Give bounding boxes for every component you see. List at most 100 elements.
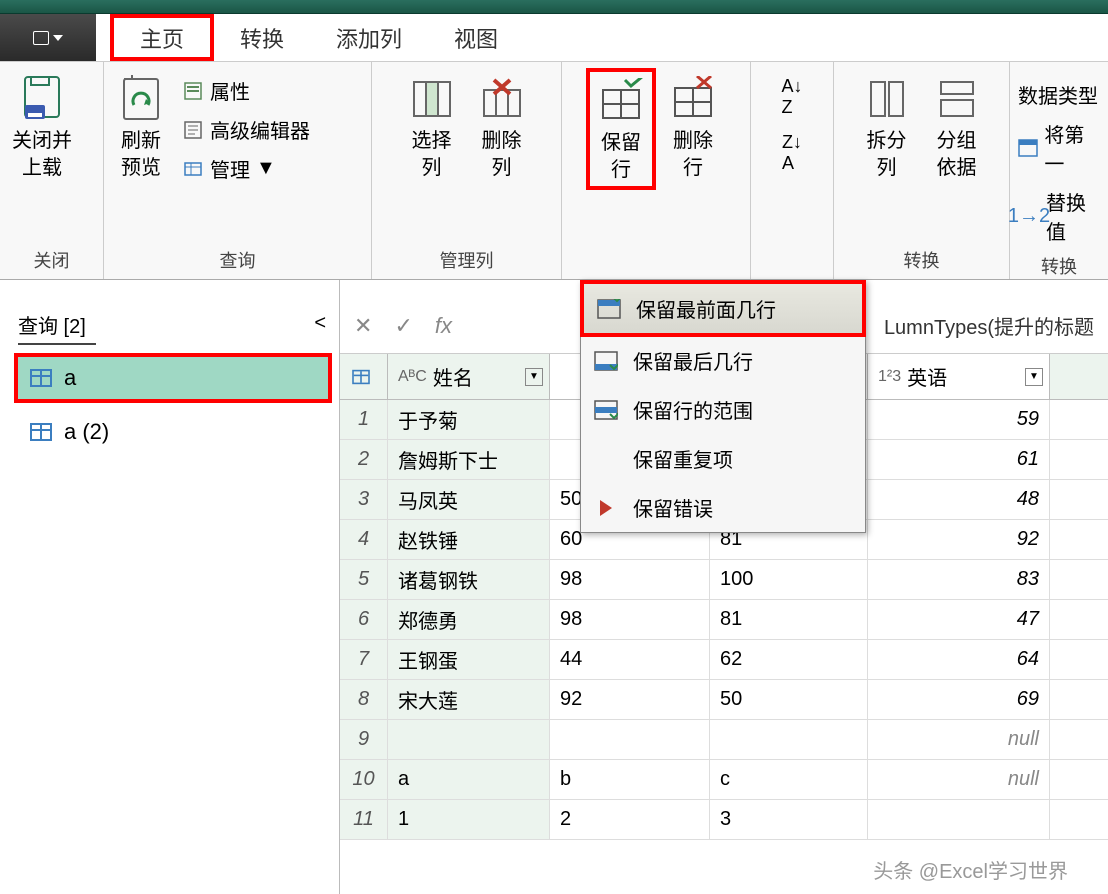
close-load-button[interactable]: 关闭并 上载: [4, 68, 80, 186]
chevron-down-icon: [53, 35, 63, 41]
table-row[interactable]: 10abcnull: [340, 760, 1108, 800]
cell-english[interactable]: 69: [868, 680, 1050, 719]
group-transform-label: 转换: [838, 241, 1005, 279]
cell-name[interactable]: a: [388, 760, 550, 799]
cell-english[interactable]: 61: [868, 440, 1050, 479]
menu-keep-errors[interactable]: 保留错误: [581, 483, 865, 532]
remove-rows-button[interactable]: 删除 行: [660, 68, 726, 186]
group-by-label: 分组 依据: [937, 128, 977, 182]
cell-name[interactable]: 宋大莲: [388, 680, 550, 719]
cell-b[interactable]: [550, 720, 710, 759]
cell-name[interactable]: 郑德勇: [388, 600, 550, 639]
cell-english[interactable]: [868, 800, 1050, 839]
split-column-button[interactable]: 拆分 列: [854, 68, 920, 186]
cell-b[interactable]: b: [550, 760, 710, 799]
tab-view[interactable]: 视图: [428, 14, 524, 61]
corner-cell[interactable]: [340, 354, 388, 399]
choose-columns-button[interactable]: 选择 列: [399, 68, 465, 186]
sort-desc-button[interactable]: Z↓A: [782, 132, 802, 174]
cell-name[interactable]: 于予菊: [388, 400, 550, 439]
query-item-a2[interactable]: a (2): [18, 411, 339, 453]
cell-c[interactable]: 81: [710, 600, 868, 639]
cell-c[interactable]: 62: [710, 640, 868, 679]
remove-columns-button[interactable]: 删除 列: [469, 68, 535, 186]
cell-name[interactable]: 1: [388, 800, 550, 839]
formula-accept-icon[interactable]: ✓: [394, 313, 412, 339]
cell-english[interactable]: 64: [868, 640, 1050, 679]
cell-c[interactable]: c: [710, 760, 868, 799]
save-icon: [17, 72, 67, 126]
menu-keep-duplicates[interactable]: 保留重复项: [581, 434, 865, 483]
cell-name[interactable]: 詹姆斯下士: [388, 440, 550, 479]
table-row[interactable]: 6郑德勇988147: [340, 600, 1108, 640]
queries-pane: 查询 [2] < a a (2): [0, 280, 340, 894]
watermark: 头条 @Excel学习世界: [873, 855, 1068, 884]
cell-c[interactable]: 50: [710, 680, 868, 719]
advanced-editor-button[interactable]: 高级编辑器: [178, 113, 314, 146]
queries-header[interactable]: 查询 [2] <: [18, 310, 96, 345]
table-row[interactable]: 9null: [340, 720, 1108, 760]
cell-name[interactable]: 马凤英: [388, 480, 550, 519]
sort-asc-icon: A↓Z: [781, 76, 802, 118]
keep-bottom-icon: [593, 350, 619, 372]
refresh-button[interactable]: 刷新 预览: [108, 68, 174, 186]
cell-english[interactable]: 83: [868, 560, 1050, 599]
cell-english[interactable]: null: [868, 760, 1050, 799]
tab-home[interactable]: 主页: [110, 14, 214, 61]
table-row[interactable]: 7王钢蛋446264: [340, 640, 1108, 680]
row-number: 8: [340, 680, 388, 719]
table-row[interactable]: 11123: [340, 800, 1108, 840]
split-column-label: 拆分 列: [867, 128, 907, 182]
refresh-label: 刷新 预览: [121, 128, 161, 182]
remove-columns-label: 删除 列: [482, 128, 522, 182]
cell-b[interactable]: 92: [550, 680, 710, 719]
menu-keep-bottom-rows[interactable]: 保留最后几行: [581, 336, 865, 385]
cell-english[interactable]: 92: [868, 520, 1050, 559]
cell-english[interactable]: 59: [868, 400, 1050, 439]
remove-columns-icon: [477, 72, 527, 126]
query-item-a[interactable]: a: [14, 353, 332, 403]
properties-button[interactable]: 属性: [178, 74, 314, 107]
cell-c[interactable]: 100: [710, 560, 868, 599]
cell-name[interactable]: 赵铁锤: [388, 520, 550, 559]
group-by-button[interactable]: 分组 依据: [924, 68, 990, 186]
keep-rows-button[interactable]: 保留 行: [586, 68, 656, 190]
cell-b[interactable]: 44: [550, 640, 710, 679]
file-menu-button[interactable]: [0, 14, 96, 61]
table-row[interactable]: 8宋大莲925069: [340, 680, 1108, 720]
fx-label[interactable]: fx: [435, 313, 452, 339]
menu-keep-dup-label: 保留重复项: [633, 444, 733, 473]
column-header-name[interactable]: AᴮC 姓名 ▼: [388, 354, 550, 399]
replace-values-button[interactable]: 1→2 替换值: [1014, 185, 1104, 247]
tab-transform[interactable]: 转换: [214, 14, 310, 61]
cell-c[interactable]: [710, 720, 868, 759]
menu-keep-range-rows[interactable]: 保留行的范围: [581, 385, 865, 434]
filter-dropdown-icon[interactable]: ▼: [525, 368, 543, 386]
cell-b[interactable]: 2: [550, 800, 710, 839]
group-reduce-rows-label: [566, 267, 746, 279]
cell-b[interactable]: 98: [550, 600, 710, 639]
cell-name[interactable]: 王钢蛋: [388, 640, 550, 679]
menu-keep-top-rows[interactable]: 保留最前面几行: [580, 280, 866, 337]
cell-english[interactable]: null: [868, 720, 1050, 759]
menu-keep-err-label: 保留错误: [633, 493, 713, 522]
cell-english[interactable]: 47: [868, 600, 1050, 639]
filter-dropdown-icon[interactable]: ▼: [1025, 368, 1043, 386]
collapse-chevron-icon[interactable]: <: [314, 312, 326, 335]
query-a2-label: a (2): [64, 419, 109, 445]
table-row[interactable]: 5诸葛钢铁9810083: [340, 560, 1108, 600]
tab-addcolumn[interactable]: 添加列: [310, 14, 428, 61]
cell-name[interactable]: 诸葛钢铁: [388, 560, 550, 599]
data-type-button[interactable]: 数据类型: [1014, 78, 1104, 111]
cell-name[interactable]: [388, 720, 550, 759]
cell-english[interactable]: 48: [868, 480, 1050, 519]
group-manage-columns-label: 管理列: [376, 241, 557, 279]
cell-b[interactable]: 98: [550, 560, 710, 599]
cell-c[interactable]: 3: [710, 800, 868, 839]
formula-cancel-icon[interactable]: ✕: [354, 313, 372, 339]
sort-asc-button[interactable]: A↓Z: [781, 76, 802, 118]
first-row-header-button[interactable]: 将第一: [1014, 117, 1104, 179]
manage-button[interactable]: 管理 ▼: [178, 152, 314, 185]
split-column-icon: [862, 72, 912, 126]
column-header-english[interactable]: 1²3 英语 ▼: [868, 354, 1050, 399]
